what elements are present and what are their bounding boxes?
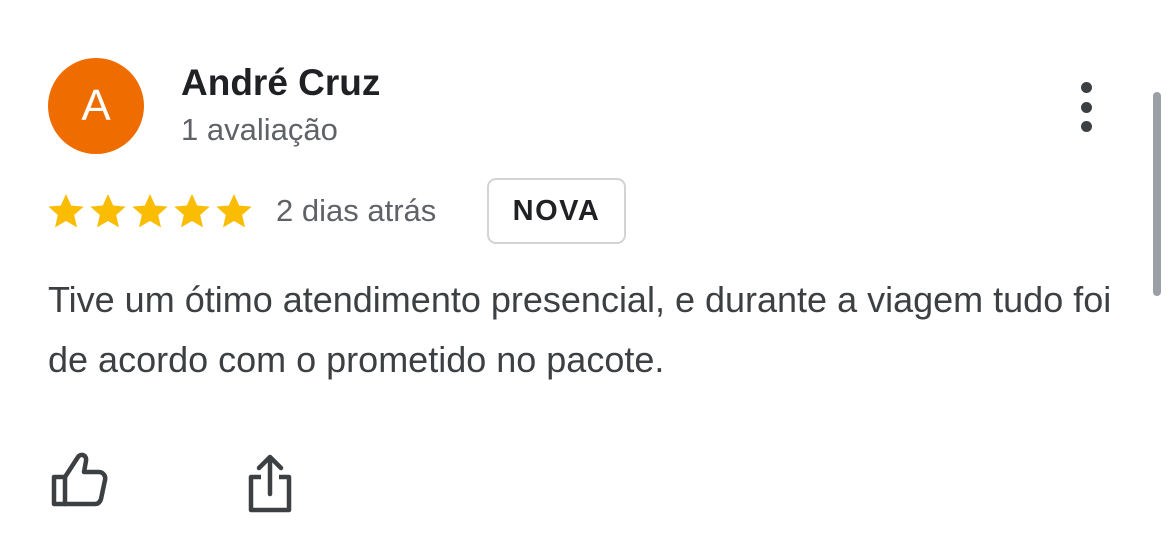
star-rating [46,190,254,232]
avatar-letter: A [81,81,111,130]
thumbs-up-icon[interactable] [50,452,108,508]
reviewer-review-count: 1 avaliação [181,112,338,147]
scrollbar[interactable] [1153,92,1161,296]
star-icon [90,194,126,228]
review-date: 2 dias atrás [276,193,437,228]
avatar[interactable]: A [48,58,144,154]
reviewer-name[interactable]: André Cruz [181,60,380,106]
star-icon [132,194,168,228]
star-icon [174,194,210,228]
new-badge: NOVA [487,178,626,244]
more-vertical-icon [1080,82,1092,93]
share-icon[interactable] [245,452,295,514]
review-text: Tive um ótimo atendimento presencial, e … [48,279,1112,380]
more-options-button[interactable] [1064,76,1108,138]
more-vertical-icon-dot [1080,101,1092,113]
more-vertical-icon-dot [1080,121,1092,132]
star-icon [216,194,252,228]
star-icon [48,194,84,228]
